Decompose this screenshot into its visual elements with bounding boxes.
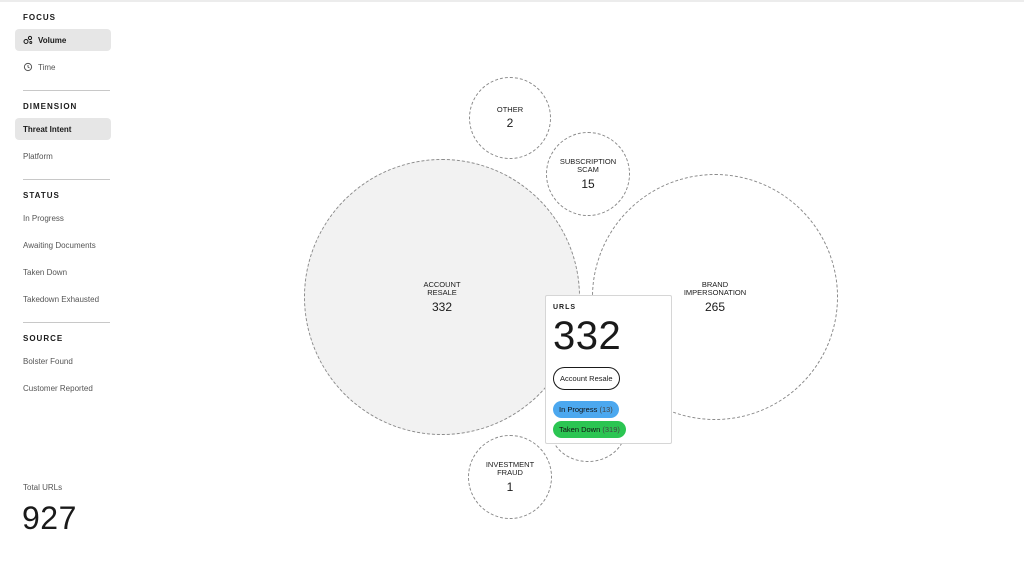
section-title-status: STATUS [23, 191, 60, 200]
clock-icon [23, 62, 33, 72]
status-item-label: Taken Down [23, 267, 68, 277]
status-item-label: Takedown Exhausted [23, 294, 100, 304]
total-urls-label: Total URLs [23, 483, 63, 492]
bubble-investment-fraud[interactable]: INVESTMENT FRAUD 1 [468, 435, 552, 519]
status-item-taken-down[interactable]: Taken Down [15, 261, 111, 283]
bubble-value: 332 [431, 299, 453, 314]
bubble-value: 15 [581, 176, 595, 191]
dimension-item-label: Platform [23, 151, 53, 161]
status-item-in-progress[interactable]: In Progress [15, 207, 111, 229]
tooltip-card: URLS 332 Account Resale In Progress (13)… [545, 295, 672, 444]
dimension-item-threat-intent[interactable]: Threat Intent [15, 118, 111, 140]
status-item-label: Awaiting Documents [23, 240, 96, 250]
bubble-account-resale[interactable]: ACCOUNT RESALE 332 [304, 159, 580, 435]
bubble-label: OTHER [496, 104, 524, 114]
divider [23, 322, 110, 323]
bubble-label: SUBSCRIPTION SCAM [559, 156, 617, 174]
section-title-dimension: DIMENSION [23, 102, 78, 111]
bubble-value: 1 [506, 479, 514, 494]
source-item-customer-reported[interactable]: Customer Reported [15, 377, 111, 399]
bubble-label: INVESTMENT FRAUD [485, 459, 535, 477]
status-pill-in-progress[interactable]: In Progress (13) [553, 401, 619, 418]
bubble-label: BRAND IMPERSONATION [683, 279, 747, 297]
dimension-item-platform[interactable]: Platform [15, 145, 111, 167]
status-item-takedown-exhausted[interactable]: Takedown Exhausted [15, 288, 111, 310]
focus-item-label: Time [38, 62, 56, 72]
sidebar: FOCUS Volume Time DIMENSION Threat Inten… [15, 12, 111, 399]
status-pill-count: (319) [602, 425, 620, 434]
focus-item-label: Volume [38, 35, 67, 45]
status-pill-taken-down[interactable]: Taken Down (319) [553, 421, 626, 438]
source-item-label: Customer Reported [23, 383, 93, 393]
bubble-other[interactable]: OTHER 2 [469, 77, 551, 159]
source-item-label: Bolster Found [23, 356, 73, 366]
total-urls-value: 927 [22, 500, 77, 536]
volume-icon [23, 35, 33, 45]
bubble-value: 265 [704, 299, 726, 314]
category-chip[interactable]: Account Resale [553, 367, 620, 390]
status-pill-count: (13) [599, 405, 613, 414]
tooltip-title: URLS [553, 304, 577, 311]
divider [23, 90, 110, 91]
divider [23, 179, 110, 180]
status-pill-label: Taken Down [559, 425, 601, 434]
section-title-source: SOURCE [23, 334, 64, 343]
top-border [0, 0, 1024, 2]
bubble-value: 2 [506, 116, 514, 131]
status-item-label: In Progress [23, 213, 64, 223]
bubble-label: ACCOUNT RESALE [423, 279, 461, 297]
tooltip-value: 332 [553, 314, 622, 358]
status-pill-label: In Progress [559, 405, 598, 414]
focus-item-volume[interactable]: Volume [15, 29, 111, 51]
status-item-awaiting-documents[interactable]: Awaiting Documents [15, 234, 111, 256]
source-item-bolster-found[interactable]: Bolster Found [15, 350, 111, 372]
dimension-item-label: Threat Intent [23, 124, 72, 134]
bubble-subscription-scam[interactable]: SUBSCRIPTION SCAM 15 [546, 132, 630, 216]
focus-item-time[interactable]: Time [15, 56, 111, 78]
section-title-focus: FOCUS [23, 13, 56, 22]
